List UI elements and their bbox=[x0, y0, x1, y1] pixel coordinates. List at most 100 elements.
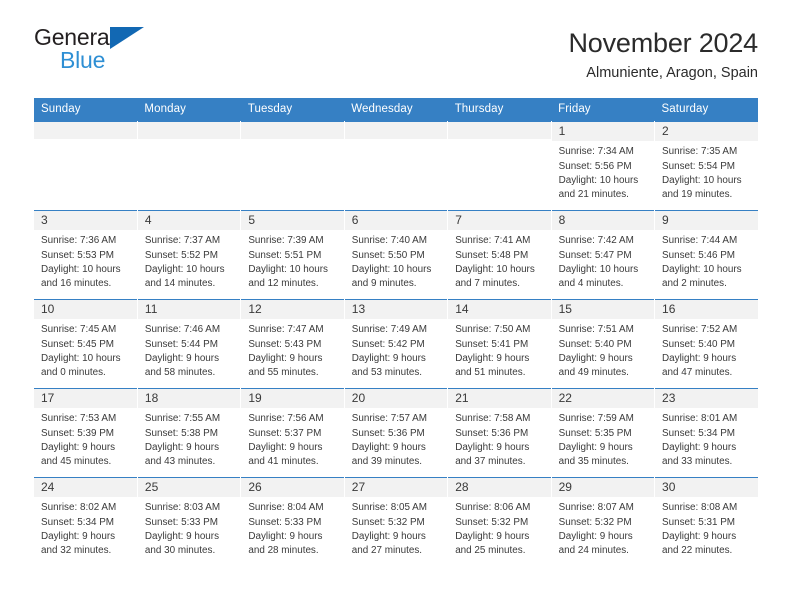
sunset-time: Sunset: 5:40 PM bbox=[662, 338, 736, 350]
calendar-day-cell[interactable]: 16 Sunrise: 7:52 AM Sunset: 5:40 PM Dayligh… bbox=[654, 298, 758, 389]
sunset-time: Sunset: 5:32 PM bbox=[351, 516, 425, 528]
day-sun-details: Sunrise: 7:59 AM Sunset: 5:35 PM Daylight:… bbox=[552, 408, 654, 470]
weekday-header-row: Sunday Monday Tuesday Wednesday Thursday… bbox=[34, 97, 758, 122]
daylight-duration-line2: and 4 minutes. bbox=[558, 278, 624, 290]
day-number: 27 bbox=[344, 477, 448, 498]
daylight-duration-line1: Daylight: 10 hours bbox=[248, 263, 328, 275]
day-number: 20 bbox=[344, 388, 448, 409]
day-number: 2 bbox=[655, 121, 758, 142]
daylight-duration-line1: Daylight: 9 hours bbox=[662, 352, 737, 364]
day-number bbox=[241, 121, 344, 139]
page-masthead: General Blue November 2024 Almuniente, A… bbox=[0, 0, 792, 83]
calendar-day-cell[interactable]: 13 Sunrise: 7:49 AM Sunset: 5:42 PM Dayligh… bbox=[344, 298, 449, 389]
day-number: 30 bbox=[655, 477, 758, 498]
day-sun-details: Sunrise: 7:50 AM Sunset: 5:41 PM Daylight:… bbox=[448, 319, 550, 381]
day-sun-details: Sunrise: 7:55 AM Sunset: 5:38 PM Daylight:… bbox=[138, 408, 240, 470]
calendar-day-cell[interactable]: 14 Sunrise: 7:50 AM Sunset: 5:41 PM Dayligh… bbox=[447, 298, 552, 389]
day-sun-details: Sunrise: 7:44 AM Sunset: 5:46 PM Daylight:… bbox=[655, 230, 758, 292]
daylight-duration-line1: Daylight: 9 hours bbox=[558, 530, 633, 542]
day-number bbox=[448, 121, 551, 139]
day-sun-details: Sunrise: 7:40 AM Sunset: 5:50 PM Daylight:… bbox=[345, 230, 447, 292]
sunset-time: Sunset: 5:34 PM bbox=[41, 516, 115, 528]
calendar-day-cell[interactable]: 27 Sunrise: 8:05 AM Sunset: 5:32 PM Dayligh… bbox=[344, 476, 449, 567]
calendar-day-cell[interactable]: 4 Sunrise: 7:37 AM Sunset: 5:52 PM Daylight… bbox=[137, 209, 242, 300]
logo-text-general: General bbox=[34, 24, 115, 50]
sunset-time: Sunset: 5:31 PM bbox=[662, 516, 736, 528]
day-sun-details: Sunrise: 7:34 AM Sunset: 5:56 PM Daylight:… bbox=[552, 141, 654, 203]
sunset-time: Sunset: 5:40 PM bbox=[558, 338, 632, 350]
sunrise-time: Sunrise: 7:53 AM bbox=[41, 413, 117, 425]
calendar-day-cell-empty bbox=[137, 120, 242, 211]
day-number: 23 bbox=[655, 388, 758, 409]
sunrise-sunset-calendar-table: Sunday Monday Tuesday Wednesday Thursday… bbox=[34, 97, 758, 567]
daylight-duration-line2: and 41 minutes. bbox=[248, 456, 319, 468]
sunset-time: Sunset: 5:46 PM bbox=[662, 249, 736, 261]
calendar-day-cell[interactable]: 5 Sunrise: 7:39 AM Sunset: 5:51 PM Daylight… bbox=[240, 209, 345, 300]
calendar-day-cell[interactable]: 18 Sunrise: 7:55 AM Sunset: 5:38 PM Dayligh… bbox=[137, 387, 242, 478]
daylight-duration-line1: Daylight: 9 hours bbox=[558, 352, 633, 364]
day-number: 15 bbox=[551, 299, 655, 320]
day-sun-details: Sunrise: 7:42 AM Sunset: 5:47 PM Daylight:… bbox=[552, 230, 654, 292]
sunset-time: Sunset: 5:34 PM bbox=[662, 427, 736, 439]
calendar-day-cell[interactable]: 19 Sunrise: 7:56 AM Sunset: 5:37 PM Dayligh… bbox=[240, 387, 345, 478]
calendar-day-cell[interactable]: 26 Sunrise: 8:04 AM Sunset: 5:33 PM Dayligh… bbox=[240, 476, 345, 567]
calendar-day-cell[interactable]: 6 Sunrise: 7:40 AM Sunset: 5:50 PM Daylight… bbox=[344, 209, 449, 300]
day-number: 10 bbox=[34, 299, 137, 320]
calendar-day-cell[interactable]: 21 Sunrise: 7:58 AM Sunset: 5:36 PM Dayligh… bbox=[447, 387, 552, 478]
calendar-day-cell[interactable]: 2 Sunrise: 7:35 AM Sunset: 5:54 PM Daylight… bbox=[654, 120, 758, 211]
calendar-day-cell[interactable]: 11 Sunrise: 7:46 AM Sunset: 5:44 PM Dayligh… bbox=[137, 298, 242, 389]
calendar-day-cell[interactable]: 8 Sunrise: 7:42 AM Sunset: 5:47 PM Daylight… bbox=[551, 209, 656, 300]
calendar-day-cell[interactable]: 28 Sunrise: 8:06 AM Sunset: 5:32 PM Dayligh… bbox=[447, 476, 552, 567]
daylight-duration-line1: Daylight: 10 hours bbox=[558, 174, 639, 186]
calendar-week-row: 1 Sunrise: 7:34 AM Sunset: 5:56 PM Daylight… bbox=[34, 120, 758, 211]
calendar-day-cell[interactable]: 20 Sunrise: 7:57 AM Sunset: 5:36 PM Dayligh… bbox=[344, 387, 449, 478]
day-number: 8 bbox=[551, 210, 655, 231]
daylight-duration-line2: and 47 minutes. bbox=[662, 367, 733, 379]
day-sun-details: Sunrise: 7:41 AM Sunset: 5:48 PM Daylight:… bbox=[448, 230, 550, 292]
weekday-header-thursday: Thursday bbox=[447, 97, 552, 122]
calendar-day-cell[interactable]: 23 Sunrise: 8:01 AM Sunset: 5:34 PM Dayligh… bbox=[654, 387, 758, 478]
daylight-duration-line2: and 21 minutes. bbox=[558, 189, 629, 201]
day-number: 11 bbox=[137, 299, 241, 320]
calendar-day-cell[interactable]: 22 Sunrise: 7:59 AM Sunset: 5:35 PM Dayligh… bbox=[551, 387, 656, 478]
sunrise-time: Sunrise: 7:47 AM bbox=[248, 324, 324, 336]
calendar-day-cell[interactable]: 29 Sunrise: 8:07 AM Sunset: 5:32 PM Dayligh… bbox=[551, 476, 656, 567]
generalblue-logo[interactable]: General Blue bbox=[34, 26, 152, 82]
daylight-duration-line2: and 45 minutes. bbox=[41, 456, 112, 468]
logo-text-blue: Blue bbox=[60, 47, 106, 73]
day-sun-details: Sunrise: 7:56 AM Sunset: 5:37 PM Daylight:… bbox=[241, 408, 343, 470]
daylight-duration-line2: and 14 minutes. bbox=[144, 278, 216, 290]
sunrise-time: Sunrise: 8:05 AM bbox=[351, 502, 427, 514]
day-number: 5 bbox=[241, 210, 344, 231]
daylight-duration-line2: and 49 minutes. bbox=[558, 367, 629, 379]
sunrise-time: Sunrise: 8:03 AM bbox=[144, 502, 221, 514]
calendar-day-cell[interactable]: 24 Sunrise: 8:02 AM Sunset: 5:34 PM Dayligh… bbox=[34, 476, 138, 567]
daylight-duration-line2: and 12 minutes. bbox=[248, 278, 319, 290]
daylight-duration-line1: Daylight: 10 hours bbox=[662, 174, 742, 186]
calendar-day-cell[interactable]: 10 Sunrise: 7:45 AM Sunset: 5:45 PM Dayligh… bbox=[34, 298, 138, 389]
calendar-day-cell[interactable]: 12 Sunrise: 7:47 AM Sunset: 5:43 PM Dayligh… bbox=[240, 298, 345, 389]
daylight-duration-line2: and 39 minutes. bbox=[351, 456, 423, 468]
sunset-time: Sunset: 5:32 PM bbox=[558, 516, 632, 528]
calendar-day-cell[interactable]: 17 Sunrise: 7:53 AM Sunset: 5:39 PM Dayligh… bbox=[34, 387, 138, 478]
day-sun-details: Sunrise: 7:52 AM Sunset: 5:40 PM Daylight:… bbox=[655, 319, 758, 381]
sunrise-time: Sunrise: 7:51 AM bbox=[558, 324, 634, 336]
daylight-duration-line1: Daylight: 10 hours bbox=[662, 263, 742, 275]
day-sun-details: Sunrise: 7:46 AM Sunset: 5:44 PM Daylight:… bbox=[138, 319, 240, 381]
calendar-day-cell[interactable]: 15 Sunrise: 7:51 AM Sunset: 5:40 PM Dayligh… bbox=[551, 298, 656, 389]
calendar-day-cell[interactable]: 25 Sunrise: 8:03 AM Sunset: 5:33 PM Dayligh… bbox=[137, 476, 242, 567]
calendar-day-cell[interactable]: 7 Sunrise: 7:41 AM Sunset: 5:48 PM Daylight… bbox=[447, 209, 552, 300]
calendar-day-cell-empty bbox=[447, 120, 552, 211]
sunset-time: Sunset: 5:36 PM bbox=[455, 427, 529, 439]
calendar-day-cell[interactable]: 3 Sunrise: 7:36 AM Sunset: 5:53 PM Daylight… bbox=[34, 209, 138, 300]
calendar-day-cell[interactable]: 30 Sunrise: 8:08 AM Sunset: 5:31 PM Dayligh… bbox=[654, 476, 758, 567]
calendar-day-cell[interactable]: 9 Sunrise: 7:44 AM Sunset: 5:46 PM Daylight… bbox=[654, 209, 758, 300]
daylight-duration-line2: and 32 minutes. bbox=[41, 545, 112, 557]
calendar-day-cell[interactable]: 1 Sunrise: 7:34 AM Sunset: 5:56 PM Daylight… bbox=[551, 120, 656, 211]
sunset-time: Sunset: 5:51 PM bbox=[248, 249, 322, 261]
daylight-duration-line1: Daylight: 10 hours bbox=[455, 263, 535, 275]
day-sun-details: Sunrise: 7:53 AM Sunset: 5:39 PM Daylight:… bbox=[34, 408, 137, 470]
sunset-time: Sunset: 5:48 PM bbox=[455, 249, 529, 261]
calendar-day-cell-empty bbox=[240, 120, 345, 211]
calendar-day-cell-empty bbox=[344, 120, 449, 211]
